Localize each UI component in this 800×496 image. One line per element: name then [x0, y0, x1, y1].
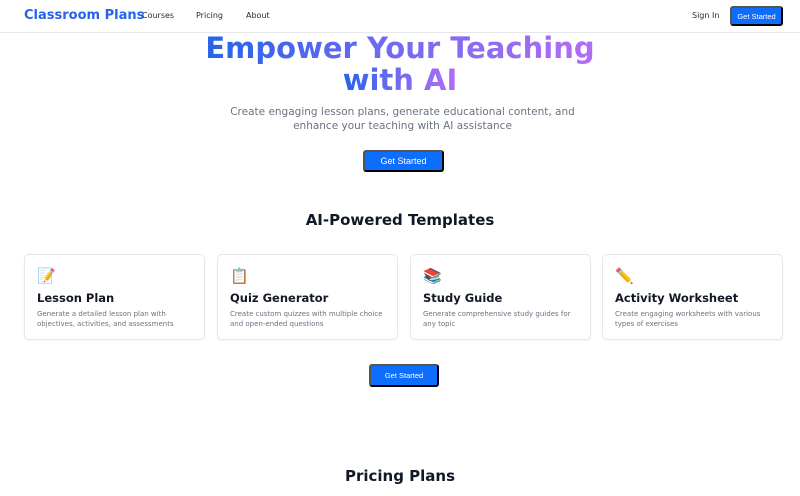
template-card-title: Activity Worksheet [615, 291, 739, 305]
brand-logo-link[interactable]: Classroom Plans [24, 8, 144, 23]
template-card-study-guide[interactable]: 📚 Study Guide Generate comprehensive stu… [410, 254, 591, 340]
sign-in-link[interactable]: Sign In [692, 11, 719, 20]
template-card-description: Generate a detailed lesson plan with obj… [37, 310, 174, 328]
templates-get-started-button[interactable]: Get Started [369, 364, 439, 387]
nav-link-courses[interactable]: Courses [142, 11, 174, 20]
top-navbar: Classroom Plans Courses Pricing About Si… [0, 0, 800, 33]
hero-subtitle: Create engaging lesson plans, generate e… [230, 106, 575, 132]
clipboard-icon: 📋 [230, 267, 249, 285]
books-icon: 📚 [423, 267, 442, 285]
nav-get-started-button[interactable]: Get Started [730, 6, 783, 26]
memo-icon: 📝 [37, 267, 56, 285]
pricing-heading: Pricing Plans [344, 467, 456, 485]
hero-get-started-button[interactable]: Get Started [363, 150, 444, 172]
templates-heading: AI-Powered Templates [305, 211, 495, 229]
template-card-title: Quiz Generator [230, 291, 329, 305]
hero-title-line-1: Empower Your Teaching [205, 31, 595, 65]
template-card-title: Study Guide [423, 291, 503, 305]
hero-title-line-2: with AI [342, 63, 458, 97]
hero-title: Empower Your Teaching with AI [0, 32, 800, 96]
pencil-icon: ✏️ [615, 267, 634, 285]
template-card-lesson-plan[interactable]: 📝 Lesson Plan Generate a detailed lesson… [24, 254, 205, 340]
template-card-activity-worksheet[interactable]: ✏️ Activity Worksheet Create engaging wo… [602, 254, 783, 340]
template-card-description: Create engaging worksheets with various … [615, 310, 761, 328]
nav-link-pricing[interactable]: Pricing [196, 11, 223, 20]
template-card-title: Lesson Plan [37, 291, 115, 305]
nav-link-about[interactable]: About [246, 11, 270, 20]
template-card-description: Create custom quizzes with multiple choi… [230, 310, 383, 328]
template-card-description: Generate comprehensive study guides for … [423, 310, 571, 328]
template-card-quiz-generator[interactable]: 📋 Quiz Generator Create custom quizzes w… [217, 254, 398, 340]
